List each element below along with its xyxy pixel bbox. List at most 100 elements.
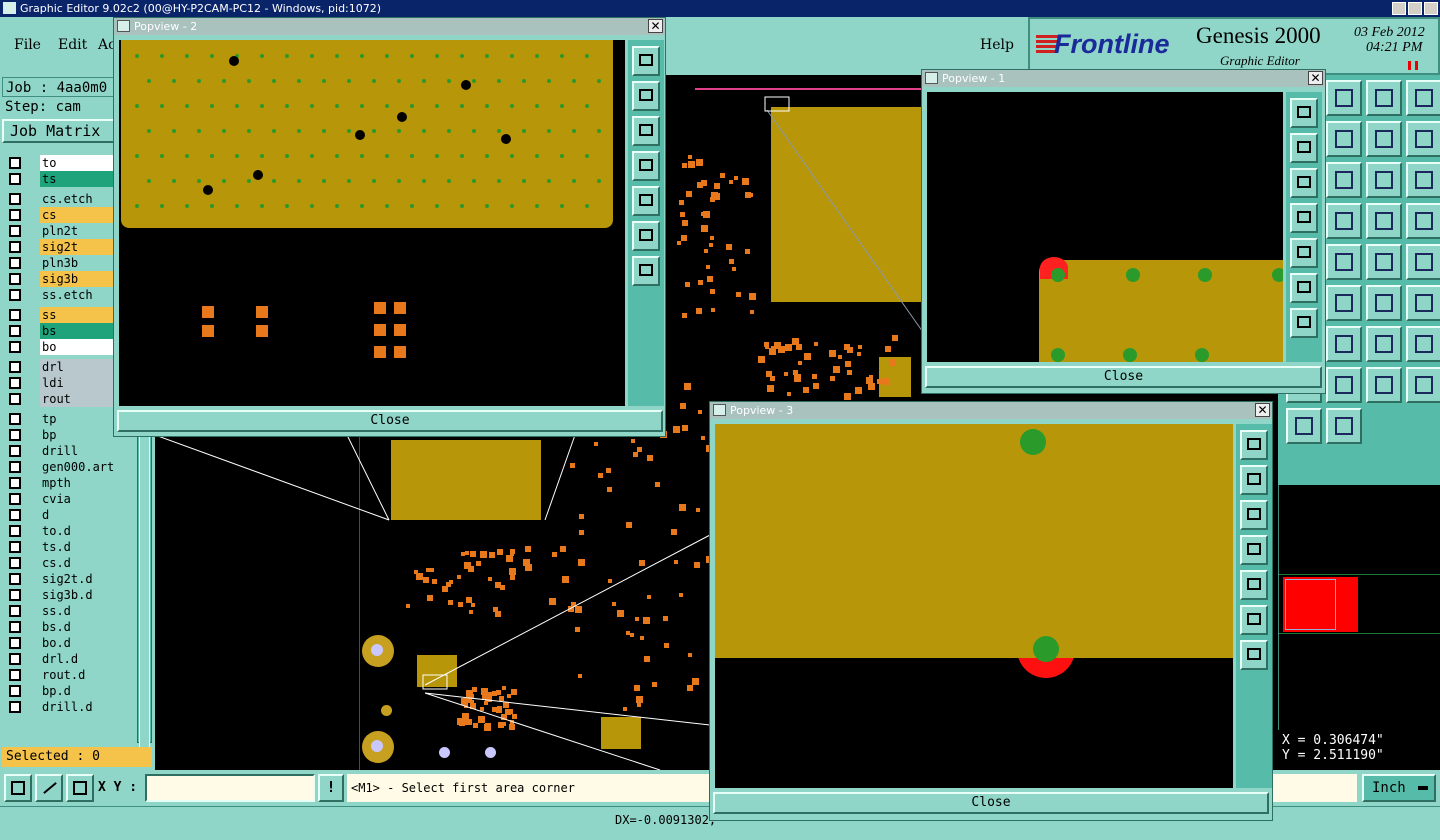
layer-row[interactable]: ss.d [6, 603, 124, 619]
layer-row[interactable]: drl [6, 359, 124, 375]
popview-tool-button[interactable] [1290, 98, 1318, 128]
tool-button[interactable] [1366, 121, 1402, 157]
alert-button[interactable]: ! [318, 774, 344, 802]
tool-button[interactable] [1286, 408, 1322, 444]
menu-file[interactable]: File [14, 37, 41, 53]
layer-row[interactable]: cs.etch [6, 191, 124, 207]
layer-checkbox[interactable] [9, 685, 21, 697]
layer-checkbox[interactable] [9, 393, 21, 405]
layer-row[interactable]: cs [6, 207, 124, 223]
layer-row[interactable]: drill [6, 443, 124, 459]
tool-button[interactable] [1326, 121, 1362, 157]
layer-checkbox[interactable] [9, 445, 21, 457]
layer-checkbox[interactable] [9, 209, 21, 221]
layer-row[interactable]: pln3b [6, 255, 124, 271]
popview-tool-button[interactable] [1240, 640, 1268, 670]
layer-row[interactable]: mpth [6, 475, 124, 491]
layer-checkbox[interactable] [9, 637, 21, 649]
tool-button[interactable] [1406, 203, 1440, 239]
tool-button[interactable] [1366, 162, 1402, 198]
layer-checkbox[interactable] [9, 225, 21, 237]
popview-2-close-button[interactable]: Close [117, 410, 663, 432]
popview-tool-button[interactable] [1240, 535, 1268, 565]
layer-row[interactable]: bs [6, 323, 124, 339]
layer-row[interactable]: rout.d [6, 667, 124, 683]
layer-checkbox[interactable] [9, 377, 21, 389]
tool-button[interactable] [1406, 162, 1440, 198]
popview-tool-button[interactable] [1290, 273, 1318, 303]
layer-checkbox[interactable] [9, 429, 21, 441]
layer-checkbox[interactable] [9, 701, 21, 713]
layer-checkbox[interactable] [9, 477, 21, 489]
layer-checkbox[interactable] [9, 241, 21, 253]
layer-row[interactable]: bo [6, 339, 124, 355]
layer-checkbox[interactable] [9, 325, 21, 337]
layer-checkbox[interactable] [9, 173, 21, 185]
layer-checkbox[interactable] [9, 289, 21, 301]
popview-tool-button[interactable] [632, 116, 660, 146]
mini-view[interactable]: X = 0.306474" Y = 2.511190" [1278, 485, 1440, 763]
tool-button[interactable] [1366, 285, 1402, 321]
layer-row[interactable]: bo.d [6, 635, 124, 651]
layer-checkbox[interactable] [9, 605, 21, 617]
layer-checkbox[interactable] [9, 509, 21, 521]
menu-help[interactable]: Help [980, 37, 1014, 53]
popview-tool-button[interactable] [1290, 203, 1318, 233]
popview-3-canvas[interactable] [715, 424, 1233, 788]
xy-input[interactable] [145, 774, 315, 802]
layer-checkbox[interactable] [9, 493, 21, 505]
layer-row[interactable]: rout [6, 391, 124, 407]
layer-row[interactable]: bp [6, 427, 124, 443]
layer-row[interactable]: ldi [6, 375, 124, 391]
popview-1-close-icon[interactable]: ✕ [1308, 71, 1323, 85]
layer-row[interactable]: drl.d [6, 651, 124, 667]
layer-row[interactable]: d [6, 507, 124, 523]
layer-row[interactable]: cs.d [6, 555, 124, 571]
layer-checkbox[interactable] [9, 461, 21, 473]
layer-checkbox[interactable] [9, 621, 21, 633]
popview-1-titlebar[interactable]: Popview - 1 ✕ [922, 70, 1325, 87]
popview-tool-button[interactable] [1290, 308, 1318, 338]
tool-button[interactable] [1406, 80, 1440, 116]
popview-tool-button[interactable] [1240, 430, 1268, 460]
layer-row[interactable]: tp [6, 411, 124, 427]
layer-row[interactable]: ts [6, 171, 124, 187]
layer-row[interactable]: ss [6, 307, 124, 323]
layer-checkbox[interactable] [9, 257, 21, 269]
popview-2-titlebar[interactable]: Popview - 2 ✕ [114, 18, 665, 35]
popview-2-close-icon[interactable]: ✕ [648, 19, 663, 33]
tool-button[interactable] [1406, 244, 1440, 280]
layer-checkbox[interactable] [9, 541, 21, 553]
tool-button[interactable] [1406, 121, 1440, 157]
popview-1-canvas[interactable] [927, 92, 1283, 362]
tool-button[interactable] [1326, 367, 1362, 403]
layer-row[interactable]: drill.d [6, 699, 124, 715]
layer-checkbox[interactable] [9, 157, 21, 169]
layer-row[interactable]: sig3b [6, 271, 124, 287]
popview-tool-button[interactable] [1290, 133, 1318, 163]
layer-row[interactable]: gen000.art [6, 459, 124, 475]
popview-3-titlebar[interactable]: Popview - 3 ✕ [710, 402, 1272, 419]
layer-row[interactable]: sig2t.d [6, 571, 124, 587]
tool-button[interactable] [1366, 80, 1402, 116]
grid-snap-button[interactable] [66, 774, 94, 802]
layer-row[interactable]: bp.d [6, 683, 124, 699]
tool-button[interactable] [1326, 326, 1362, 362]
tool-button[interactable] [1326, 203, 1362, 239]
layer-checkbox[interactable] [9, 669, 21, 681]
layer-row[interactable]: bs.d [6, 619, 124, 635]
layer-checkbox[interactable] [9, 413, 21, 425]
tool-button[interactable] [1326, 80, 1362, 116]
minimize-button[interactable] [1392, 2, 1406, 15]
layer-row[interactable]: to.d [6, 523, 124, 539]
menu-edit[interactable]: Edit [58, 37, 87, 53]
popview-2-canvas[interactable] [119, 40, 625, 406]
layer-checkbox[interactable] [9, 557, 21, 569]
tool-button[interactable] [1366, 244, 1402, 280]
layer-row[interactable]: sig3b.d [6, 587, 124, 603]
popview-3-close-button[interactable]: Close [713, 792, 1269, 814]
layer-row[interactable]: pln2t [6, 223, 124, 239]
layer-checkbox[interactable] [9, 193, 21, 205]
tool-button[interactable] [1326, 162, 1362, 198]
layer-checkbox[interactable] [9, 341, 21, 353]
